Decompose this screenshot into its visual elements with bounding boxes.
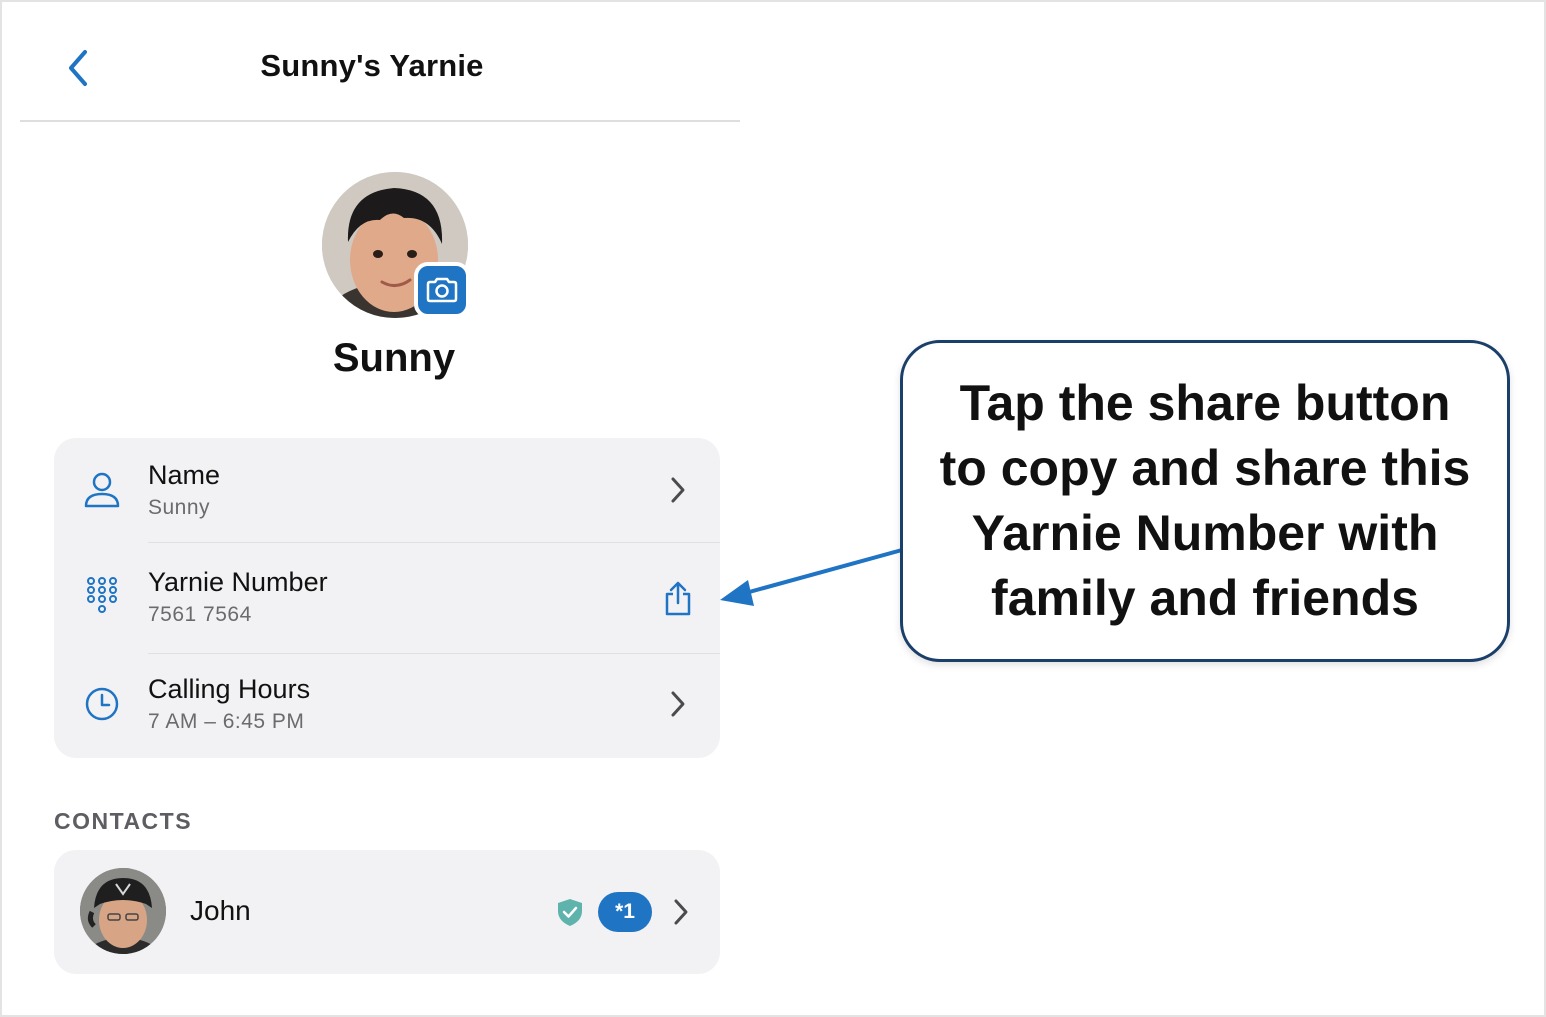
share-icon — [665, 581, 691, 616]
callout-box: Tap the share button to copy and share t… — [900, 340, 1510, 662]
contacts-section-label: CONTACTS — [54, 808, 193, 834]
contact-name: John — [190, 895, 251, 926]
profile-avatar-container — [322, 172, 470, 320]
calling-hours-label: Calling Hours — [148, 674, 311, 704]
screen: Sunny's Yarnie Sunny Name Sunny Yarnie N… — [0, 0, 1546, 1017]
change-photo-button[interactable] — [414, 262, 470, 318]
clock-icon — [82, 682, 122, 726]
contact-photo — [80, 868, 166, 954]
yarnie-number-value: 7561 7564 — [148, 603, 252, 626]
chevron-right-icon — [666, 894, 696, 930]
back-button[interactable] — [58, 46, 98, 90]
status-badge: *1 — [598, 892, 652, 932]
callout-arrow — [720, 548, 904, 606]
contacts-card: John *1 — [54, 850, 720, 974]
avatar — [80, 868, 166, 954]
name-label: Name — [148, 460, 221, 490]
page-title: Sunny's Yarnie — [260, 48, 484, 83]
chevron-left-icon — [69, 50, 87, 86]
profile-name: Sunny — [332, 336, 456, 380]
calling-hours-row[interactable]: Calling Hours 7 AM – 6:45 PM — [54, 654, 720, 758]
details-card: Name Sunny Yarnie Number 7561 7564 Calli… — [54, 438, 720, 758]
yarnie-number-label: Yarnie Number — [148, 567, 328, 597]
contact-row[interactable]: John *1 — [54, 850, 720, 974]
chevron-right-icon — [660, 470, 696, 510]
name-value: Sunny — [148, 496, 211, 519]
camera-icon — [426, 277, 458, 303]
chevron-right-icon — [660, 684, 696, 724]
calling-hours-value: 7 AM – 6:45 PM — [148, 710, 305, 733]
header-divider — [20, 120, 740, 122]
callout-text: Tap the share button to copy and share t… — [939, 375, 1471, 626]
share-button[interactable] — [660, 579, 696, 619]
name-row[interactable]: Name Sunny — [54, 438, 720, 542]
shield-check-icon — [556, 897, 584, 927]
yarnie-number-row: Yarnie Number 7561 7564 — [54, 543, 720, 653]
person-icon — [82, 468, 122, 512]
keypad-icon — [82, 575, 122, 619]
